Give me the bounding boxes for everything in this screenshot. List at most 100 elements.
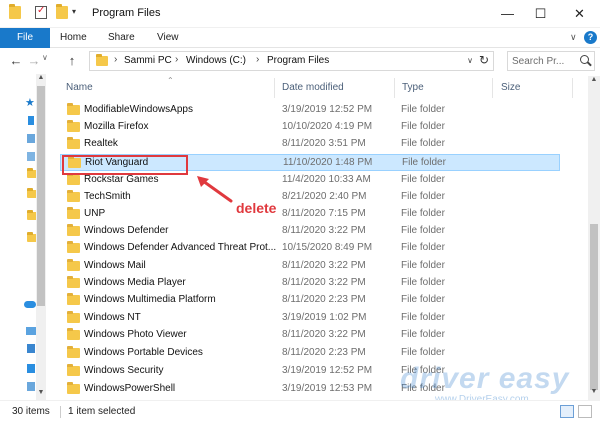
address-dropdown-icon[interactable]: ∨	[467, 56, 473, 65]
help-icon[interactable]: ?	[584, 31, 597, 44]
column-header-type[interactable]: Type	[402, 82, 424, 93]
file-list-scrollbar[interactable]: ▲ ▼	[588, 76, 600, 400]
recent-locations-icon[interactable]: ∨	[42, 53, 48, 62]
column-divider[interactable]	[274, 78, 275, 98]
file-name: Rockstar Games	[84, 174, 159, 185]
file-type: File folder	[401, 260, 445, 271]
file-date: 8/11/2020 3:22 PM	[282, 225, 366, 236]
tab-view[interactable]: View	[157, 28, 179, 48]
file-date: 11/10/2020 1:48 PM	[283, 157, 373, 168]
tab-share[interactable]: Share	[108, 28, 135, 48]
folder-icon[interactable]	[9, 4, 21, 19]
title-bar: ▾ Program Files — ☐ ✕	[0, 0, 600, 28]
file-date: 8/21/2020 2:40 PM	[282, 191, 367, 202]
breadcrumb-separator[interactable]: ›	[114, 54, 117, 65]
documents-icon[interactable]	[27, 134, 35, 143]
pictures-icon[interactable]	[27, 152, 35, 161]
file-name: Windows Defender Advanced Threat Prot...	[84, 242, 277, 253]
file-date: 8/11/2020 2:23 PM	[282, 347, 366, 358]
navigation-bar: ← → ∨ ↑ › Sammi PC › Windows (C:) › Prog…	[0, 48, 600, 74]
table-row[interactable]: Windows Photo Viewer 8/11/2020 3:22 PM F…	[60, 327, 560, 344]
file-type: File folder	[401, 208, 445, 219]
new-folder-icon[interactable]	[56, 4, 68, 19]
folder-icon	[67, 173, 80, 185]
column-headers: ⌃ Name Date modified Type Size	[52, 76, 588, 98]
table-row[interactable]: UNP 8/11/2020 7:15 PM File folder	[60, 206, 560, 223]
file-date: 3/19/2019 12:53 PM	[282, 383, 373, 394]
sort-indicator-icon: ⌃	[167, 76, 174, 85]
scrollbar-thumb[interactable]	[590, 224, 598, 390]
navigation-scrollbar[interactable]: ▲ ▼	[36, 74, 46, 400]
3d-objects-icon[interactable]	[27, 344, 35, 353]
breadcrumb-program-files[interactable]: Program Files	[267, 55, 329, 66]
expand-ribbon-icon[interactable]: ∨	[570, 32, 577, 43]
scroll-down-icon[interactable]: ▼	[36, 389, 46, 400]
folder-icon	[67, 259, 80, 271]
scroll-down-icon[interactable]: ▼	[588, 388, 600, 400]
tab-file[interactable]: File	[0, 28, 50, 48]
breadcrumb-this-pc[interactable]: Sammi PC	[124, 55, 172, 66]
onedrive-icon[interactable]	[24, 301, 36, 308]
close-button[interactable]: ✕	[557, 0, 600, 28]
documents-icon[interactable]	[27, 382, 35, 391]
file-type: File folder	[401, 277, 445, 288]
table-row[interactable]: Windows Defender Advanced Threat Prot...…	[60, 240, 560, 257]
download-icon[interactable]	[28, 116, 34, 125]
scroll-up-icon[interactable]: ▲	[588, 76, 600, 88]
file-name: Windows Photo Viewer	[84, 329, 187, 340]
breadcrumb-separator[interactable]: ›	[256, 54, 259, 65]
file-name: Windows Security	[84, 365, 164, 376]
table-row[interactable]: Windows NT 3/19/2019 1:02 PM File folder	[60, 310, 560, 327]
address-bar[interactable]: › Sammi PC › Windows (C:) › Program File…	[89, 51, 494, 71]
details-view-icon[interactable]	[560, 405, 574, 418]
column-header-name[interactable]: Name	[66, 82, 93, 93]
large-icons-view-icon[interactable]	[578, 405, 592, 418]
column-header-size[interactable]: Size	[501, 82, 520, 93]
file-type: File folder	[401, 104, 445, 115]
highlight-box	[62, 155, 188, 175]
table-row[interactable]: TechSmith 8/21/2020 2:40 PM File folder	[60, 189, 560, 206]
column-header-date[interactable]: Date modified	[282, 82, 344, 93]
table-row[interactable]: Mozilla Firefox 10/10/2020 4:19 PM File …	[60, 119, 560, 136]
table-row[interactable]: Windows Portable Devices 8/11/2020 2:23 …	[60, 345, 560, 362]
table-row[interactable]: ModifiableWindowsApps 3/19/2019 12:52 PM…	[60, 102, 560, 119]
column-divider[interactable]	[492, 78, 493, 98]
search-input[interactable]	[512, 54, 576, 68]
table-row[interactable]: Windows Defender 8/11/2020 3:22 PM File …	[60, 223, 560, 240]
up-button[interactable]: ↑	[64, 52, 80, 70]
file-name: Mozilla Firefox	[84, 121, 149, 132]
scroll-up-icon[interactable]: ▲	[36, 74, 46, 85]
file-date: 8/11/2020 3:22 PM	[282, 260, 366, 271]
file-date: 8/11/2020 3:51 PM	[282, 138, 366, 149]
properties-icon[interactable]	[35, 5, 47, 19]
file-date: 8/11/2020 2:23 PM	[282, 294, 366, 305]
desktop-icon[interactable]	[27, 364, 35, 373]
forward-button[interactable]: →	[26, 52, 42, 70]
back-button[interactable]: ←	[8, 52, 24, 70]
table-row[interactable]: Realtek 8/11/2020 3:51 PM File folder	[60, 136, 560, 153]
table-row[interactable]: Windows Media Player 8/11/2020 3:22 PM F…	[60, 275, 560, 292]
column-divider[interactable]	[394, 78, 395, 98]
folder-icon	[67, 382, 80, 394]
breadcrumb-separator[interactable]: ›	[175, 54, 178, 65]
quick-access-dropdown-icon[interactable]: ▾	[72, 7, 76, 16]
scrollbar-thumb[interactable]	[37, 86, 45, 306]
item-count: 30 items	[12, 406, 50, 417]
file-type: File folder	[402, 157, 446, 168]
file-name: TechSmith	[84, 191, 131, 202]
column-divider[interactable]	[572, 78, 573, 98]
tab-home[interactable]: Home	[60, 28, 87, 48]
this-pc-icon[interactable]	[26, 327, 36, 335]
status-bar: 30 items 1 item selected	[0, 400, 600, 422]
folder-icon	[67, 328, 80, 340]
breadcrumb-drive[interactable]: Windows (C:)	[186, 55, 246, 66]
search-icon[interactable]	[580, 55, 589, 64]
pin-icon[interactable]: ★	[25, 96, 36, 109]
refresh-icon[interactable]: ↻	[479, 53, 489, 67]
file-type: File folder	[401, 138, 445, 149]
table-row[interactable]: Windows Multimedia Platform 8/11/2020 2:…	[60, 292, 560, 309]
table-row[interactable]: Windows Mail 8/11/2020 3:22 PM File fold…	[60, 258, 560, 275]
file-name: WindowsPowerShell	[84, 383, 176, 394]
search-box[interactable]	[507, 51, 595, 71]
file-type: File folder	[401, 329, 445, 340]
